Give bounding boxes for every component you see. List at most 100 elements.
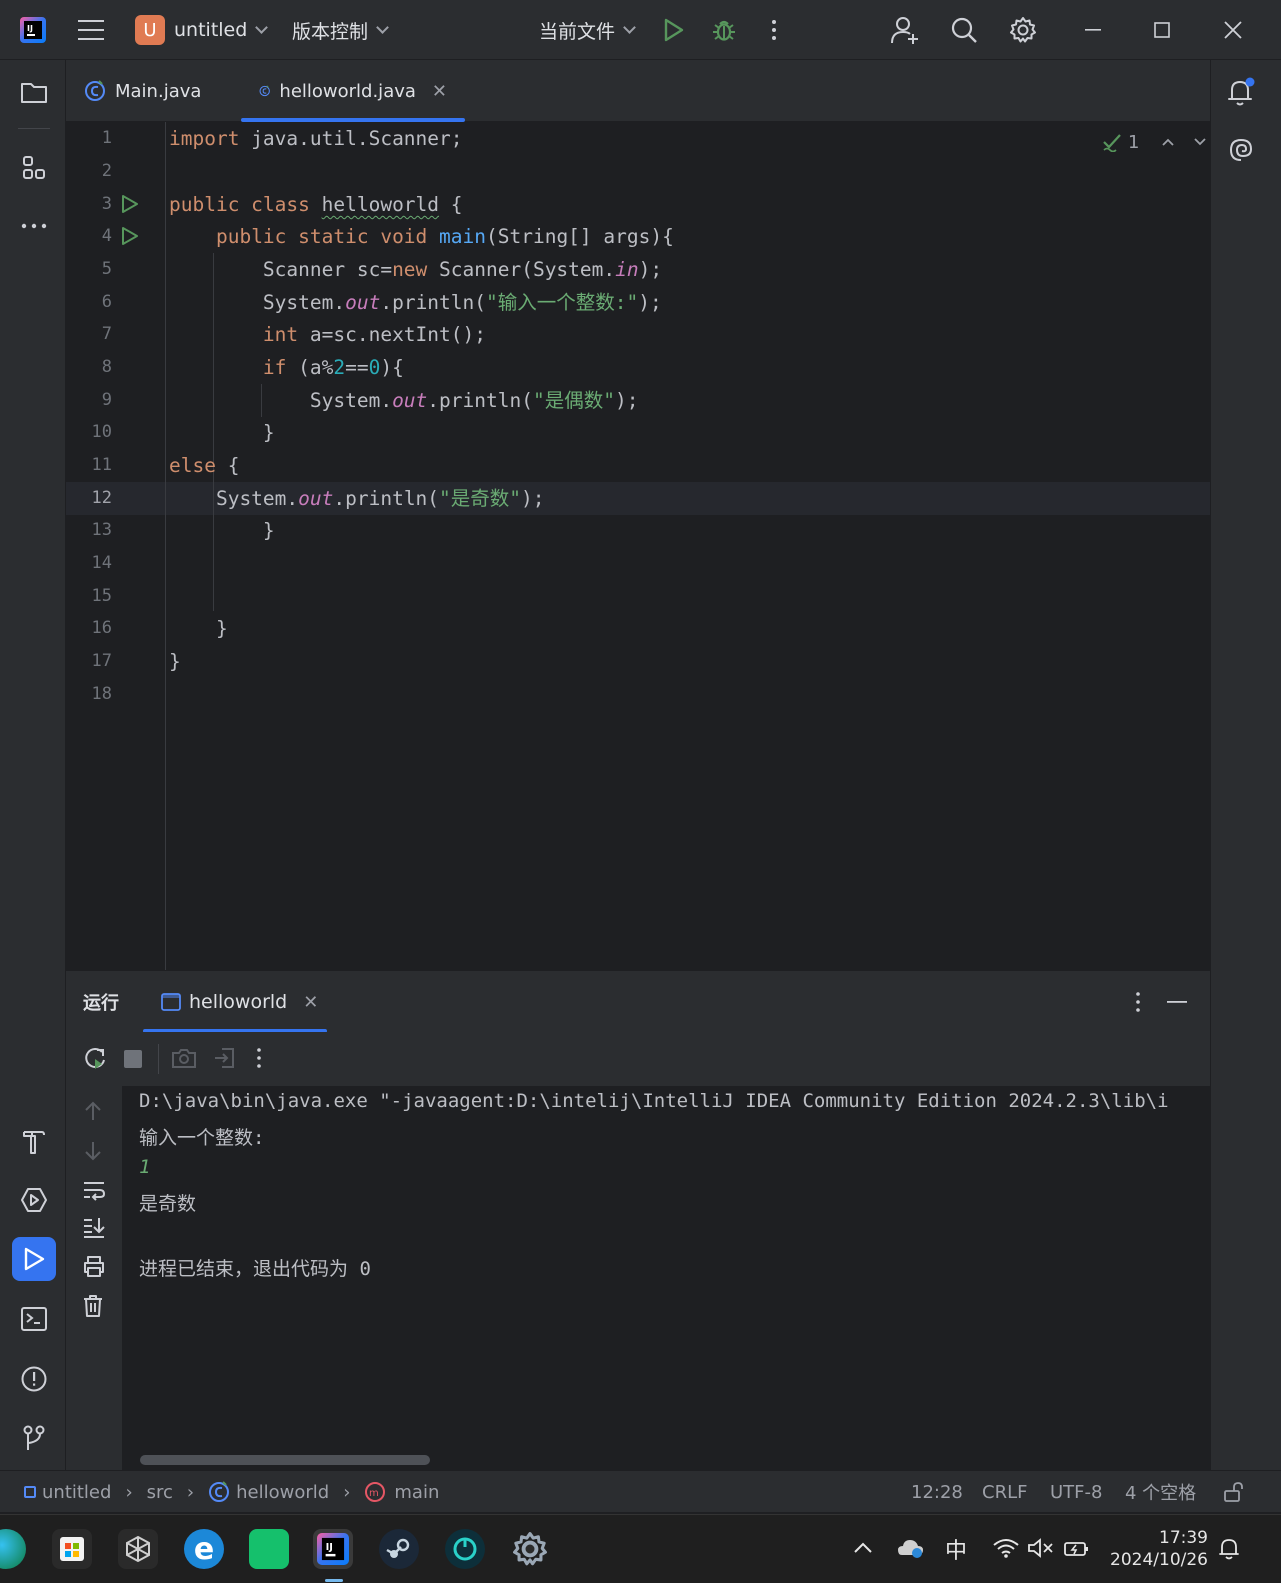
run-tab-helloworld[interactable]: helloworld ✕ (143, 971, 327, 1033)
maximize-window-button[interactable] (1153, 0, 1171, 60)
battery-charging-icon[interactable] (1063, 1537, 1091, 1563)
run-gutter-icon[interactable] (120, 194, 140, 214)
module-icon (24, 1486, 36, 1498)
scroll-up-button[interactable] (82, 1100, 104, 1126)
ai-assistant-button[interactable] (1219, 128, 1263, 172)
indent-setting[interactable]: 4 个空格 (1125, 1471, 1196, 1513)
onedrive-icon[interactable] (896, 1537, 924, 1563)
microsoft-store-icon[interactable] (52, 1529, 92, 1569)
tab-label: helloworld.java (279, 80, 416, 102)
console-side-toolbar (66, 1086, 122, 1470)
run-icon (664, 18, 684, 42)
horizontal-scrollbar[interactable] (140, 1455, 430, 1465)
run-panel-options-button[interactable] (1130, 991, 1146, 1017)
run-icon (24, 1247, 45, 1271)
settings-button[interactable] (1009, 0, 1037, 60)
line-separator[interactable]: CRLF (982, 1471, 1027, 1513)
terminal-tool-button[interactable] (12, 1297, 56, 1341)
more-actions-button[interactable] (766, 0, 782, 60)
clear-console-button[interactable] (82, 1294, 104, 1322)
chevron-down-icon (623, 21, 636, 34)
stop-button[interactable] (124, 1050, 142, 1068)
screenshot-button[interactable] (171, 1046, 197, 1074)
unity-hub-icon[interactable] (118, 1529, 158, 1569)
chevron-up-icon[interactable] (1161, 137, 1175, 147)
ie-edge-icon[interactable]: e (184, 1529, 224, 1569)
ime-indicator[interactable]: 中 (945, 1533, 967, 1565)
run-panel-header: 运行 helloworld ✕ (66, 970, 1210, 1033)
close-window-button[interactable] (1223, 0, 1243, 60)
java-class-icon (209, 1481, 230, 1502)
settings-app-icon[interactable] (510, 1529, 550, 1569)
project-name: untitled (174, 19, 248, 41)
scroll-down-button[interactable] (82, 1140, 104, 1166)
debug-button[interactable] (711, 0, 737, 60)
git-tool-button[interactable] (12, 1416, 56, 1460)
print-button[interactable] (82, 1254, 106, 1282)
run-tab-label: helloworld (189, 991, 288, 1013)
console-output[interactable]: D:\java\bin\java.exe "-javaagent:D:\inte… (122, 1086, 1210, 1470)
minimize-icon (1085, 29, 1101, 31)
code-line: else { (169, 454, 240, 477)
vcs-menu[interactable]: 版本控制 (292, 0, 389, 60)
line-number: 9 (101, 390, 112, 410)
more-run-actions-button[interactable] (252, 1046, 266, 1074)
notifications-button[interactable] (1219, 70, 1263, 114)
close-tab-icon[interactable]: ✕ (432, 81, 447, 102)
shopping-bag-icon[interactable] (249, 1529, 289, 1569)
problems-tool-button[interactable] (12, 1357, 56, 1401)
intellij-logo-icon: IJ (20, 0, 46, 60)
title-bar: IJ U untitled 版本控制 当前文件 (0, 0, 1281, 60)
clock[interactable]: 17:39 2024/10/26 (1110, 1527, 1208, 1571)
power-app-icon[interactable] (445, 1529, 485, 1569)
rerun-button[interactable] (82, 1046, 108, 1076)
steam-icon[interactable] (379, 1529, 419, 1569)
camera-icon (172, 1049, 196, 1068)
tab-main-java[interactable]: Main.java (84, 60, 201, 122)
structure-tool-button[interactable] (12, 146, 56, 190)
line-number: 2 (101, 161, 112, 181)
search-button[interactable] (950, 0, 978, 60)
show-hidden-icons-button[interactable] (853, 1539, 873, 1558)
run-tool-button[interactable] (12, 1237, 56, 1281)
project-selector[interactable]: U untitled (135, 0, 269, 60)
chevron-down-icon[interactable] (1193, 137, 1207, 147)
minimize-window-button[interactable] (1084, 0, 1102, 60)
caret-position[interactable]: 12:28 (911, 1471, 963, 1513)
line-number: 16 (91, 618, 112, 638)
tab-helloworld-java[interactable]: helloworld.java ✕ (241, 60, 465, 122)
hide-panel-button[interactable] (1166, 993, 1188, 1015)
close-tab-icon[interactable]: ✕ (303, 992, 318, 1013)
breadcrumb-file[interactable]: helloworld (236, 1482, 329, 1503)
volume-muted-icon[interactable] (1027, 1537, 1055, 1563)
notification-center-button[interactable] (1218, 1537, 1240, 1565)
run-gutter-icon[interactable] (120, 226, 140, 246)
tab-label: Main.java (115, 80, 202, 102)
breadcrumb-src[interactable]: src (147, 1482, 173, 1503)
code-with-me-button[interactable] (890, 0, 920, 60)
services-tool-button[interactable] (12, 1178, 56, 1222)
scroll-to-end-button[interactable] (82, 1216, 106, 1242)
wifi-icon[interactable] (992, 1537, 1020, 1563)
intellij-taskbar-icon[interactable]: IJ (313, 1529, 353, 1569)
project-tool-button[interactable] (12, 70, 56, 114)
build-tool-button[interactable] (12, 1119, 56, 1163)
run-config-selector[interactable]: 当前文件 (539, 0, 636, 60)
edge-icon[interactable] (0, 1529, 26, 1569)
chevron-right-icon: › (343, 1481, 351, 1503)
readonly-toggle[interactable] (1222, 1471, 1244, 1513)
more-tools-button[interactable] (12, 204, 56, 248)
breadcrumb-method[interactable]: main (394, 1482, 439, 1503)
search-icon (951, 17, 977, 43)
inspection-widget[interactable]: 1 (1102, 128, 1207, 156)
line-number: 5 (101, 259, 112, 279)
more-vertical-icon (772, 20, 776, 40)
line-number: 4 (101, 226, 112, 246)
right-tool-strip (1210, 60, 1281, 1470)
breadcrumb-project[interactable]: untitled (42, 1482, 111, 1503)
restore-layout-button[interactable] (212, 1046, 236, 1074)
run-button[interactable] (663, 0, 685, 60)
file-encoding[interactable]: UTF-8 (1050, 1471, 1102, 1513)
main-menu-button[interactable] (78, 0, 104, 60)
soft-wrap-button[interactable] (82, 1179, 106, 1205)
